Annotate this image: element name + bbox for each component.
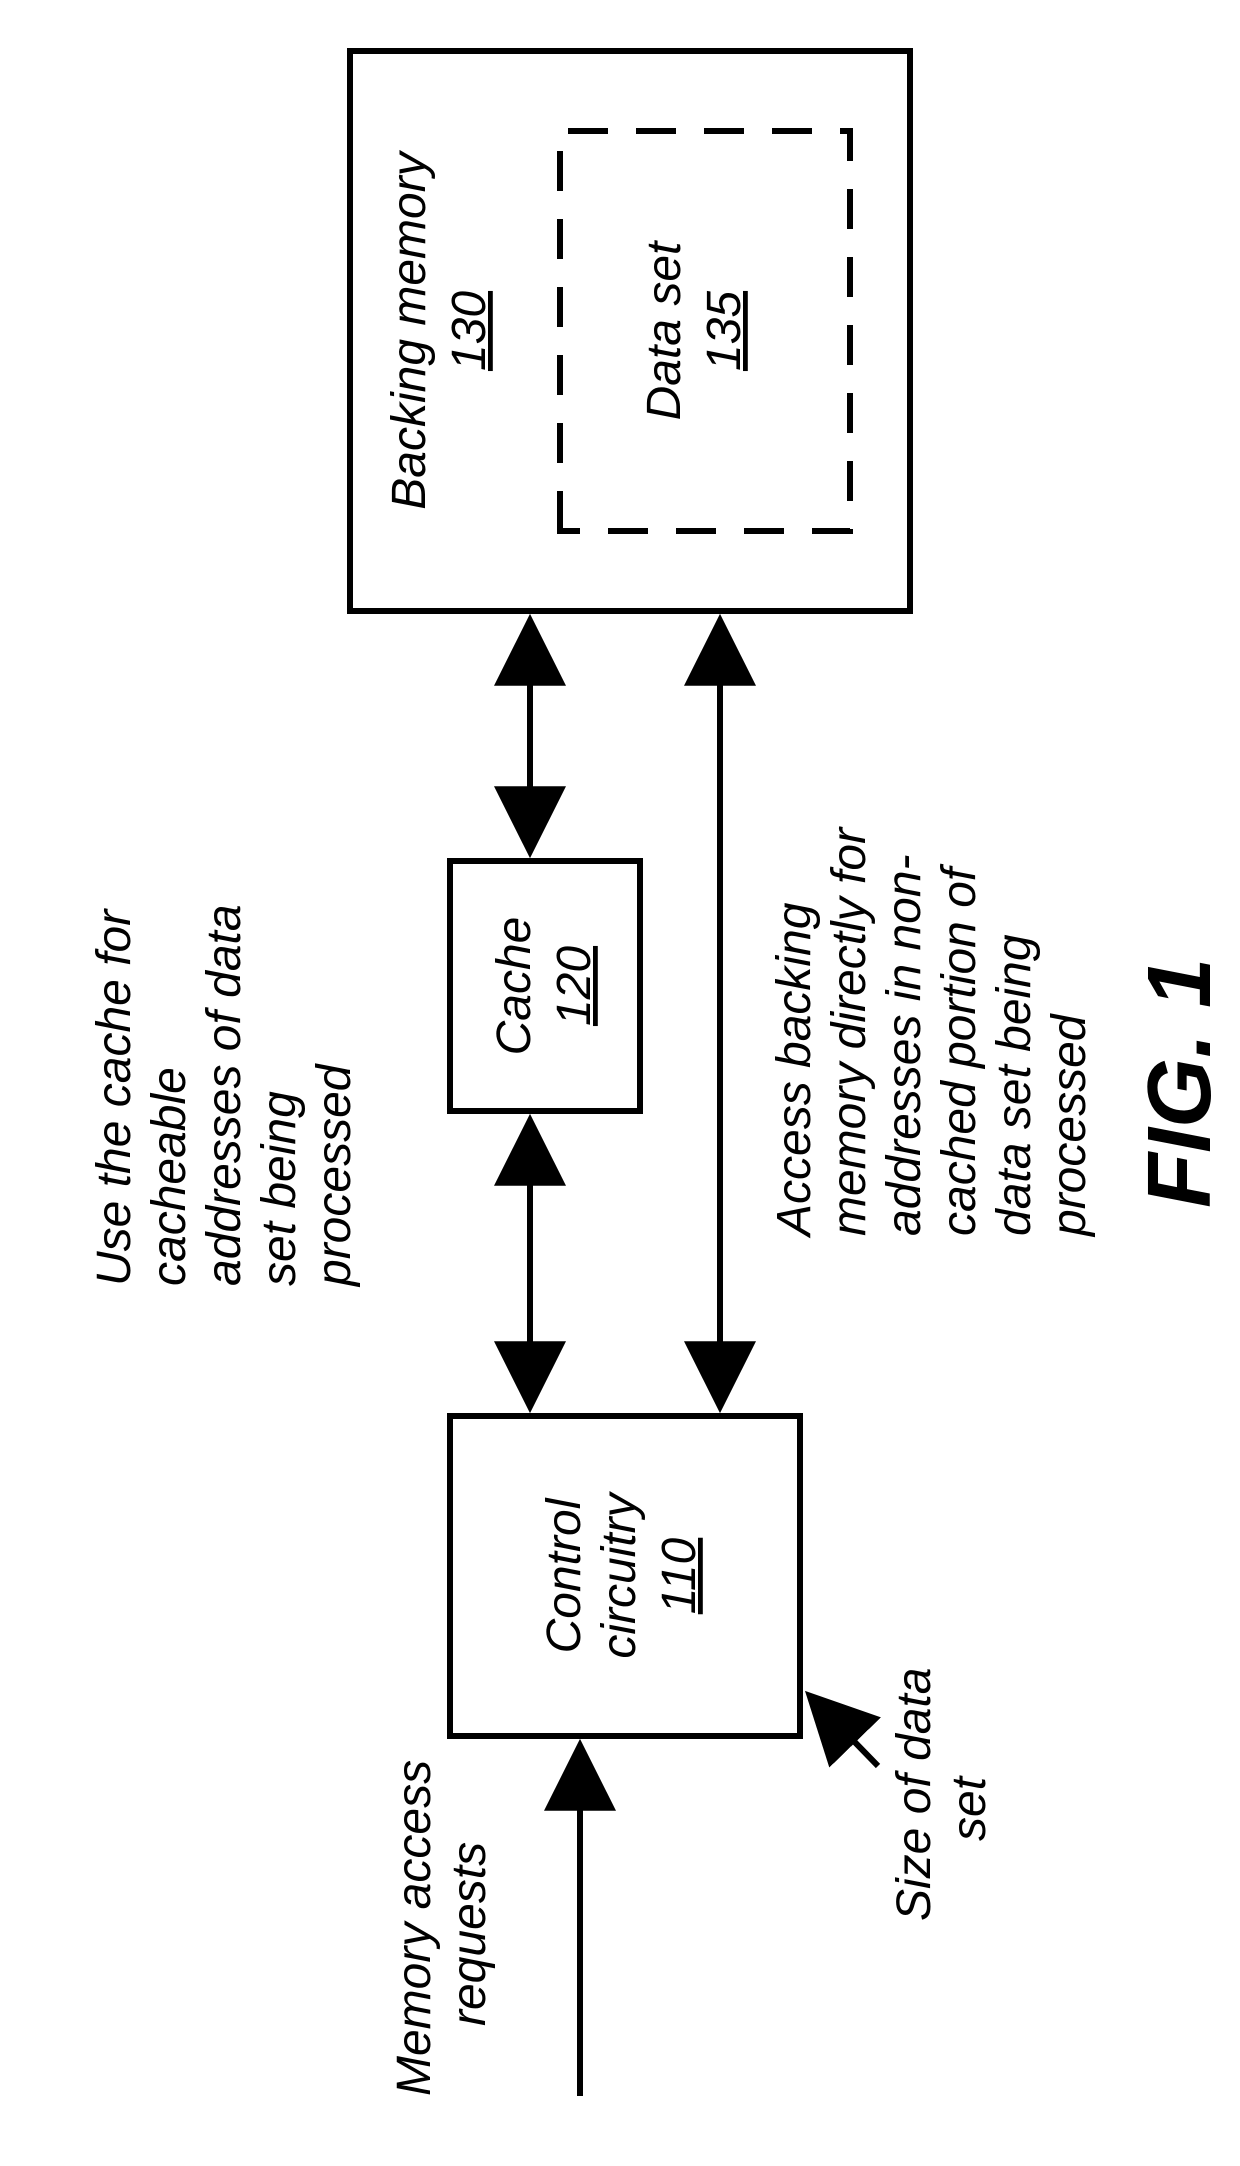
use-cache-l2: cacheable bbox=[143, 1067, 196, 1286]
access-backing-l5: data set being bbox=[988, 934, 1041, 1236]
memory-access-label-l1: Memory access bbox=[388, 1760, 441, 2096]
cache-title: Cache bbox=[488, 917, 541, 1056]
dataset-ref: 135 bbox=[698, 291, 751, 371]
arrow-size-to-control bbox=[810, 1696, 878, 1766]
memory-ref: 130 bbox=[443, 291, 496, 371]
use-cache-l1: Use the cache for bbox=[88, 908, 141, 1286]
access-backing-l4: cached portion of bbox=[933, 863, 986, 1236]
access-backing-l1: Access backing bbox=[768, 902, 821, 1239]
size-label-l1: Size of data bbox=[888, 1668, 941, 1922]
use-cache-l5: processed bbox=[308, 1063, 361, 1288]
control-subtitle: circuitry bbox=[593, 1490, 646, 1658]
access-backing-l6: processed bbox=[1043, 1013, 1096, 1238]
control-title: Control bbox=[538, 1497, 591, 1653]
size-label-l2: set bbox=[943, 1775, 996, 1841]
control-ref: 110 bbox=[653, 1537, 706, 1614]
use-cache-l3: addresses of data bbox=[198, 904, 251, 1286]
access-backing-l2: memory directly for bbox=[823, 826, 876, 1236]
memory-title: Backing memory bbox=[383, 149, 436, 509]
cache-ref: 120 bbox=[548, 946, 601, 1026]
use-cache-l4: set being bbox=[253, 1091, 306, 1286]
figure-1: Memory access requests Size of data set … bbox=[0, 0, 1240, 2166]
dataset-title: Data set bbox=[638, 240, 691, 420]
access-backing-l3: addresses in non- bbox=[878, 854, 931, 1236]
memory-access-label-l2: requests bbox=[443, 1842, 496, 2026]
figure-label: FIG. 1 bbox=[1130, 958, 1230, 1208]
cache-block bbox=[450, 861, 640, 1111]
